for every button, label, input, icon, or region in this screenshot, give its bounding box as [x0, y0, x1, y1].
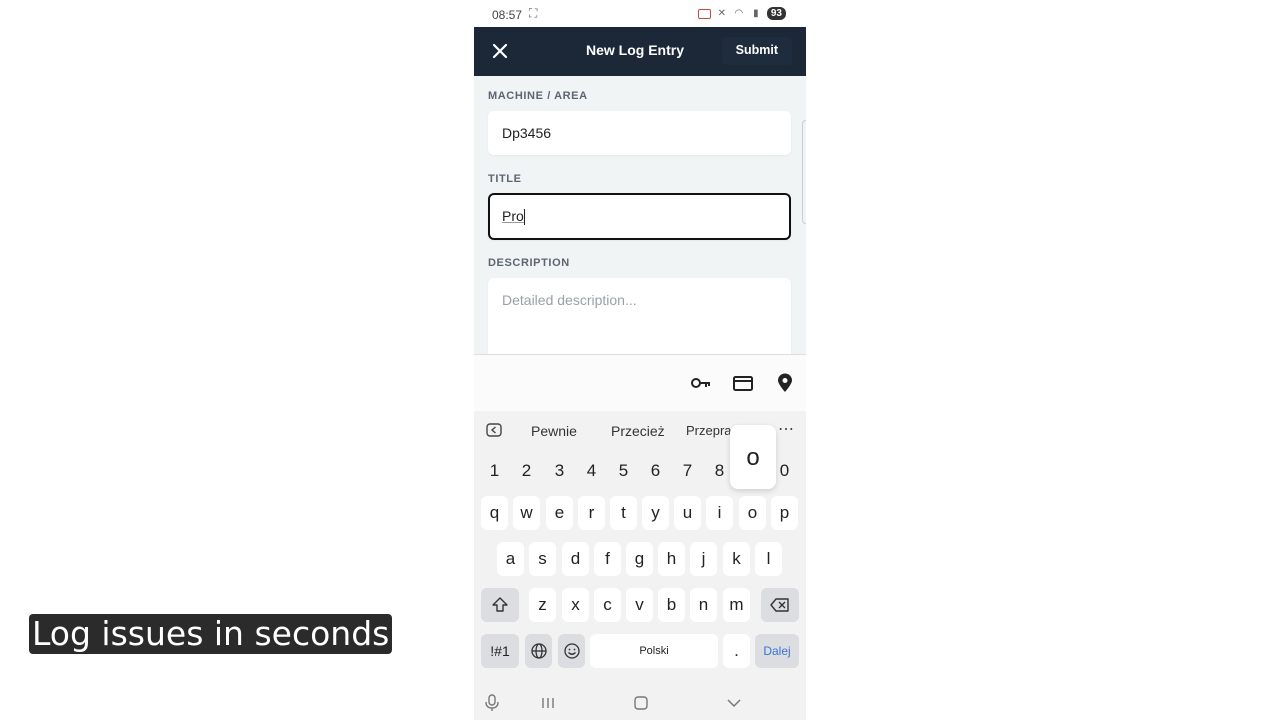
key-x[interactable]: x	[562, 588, 589, 622]
key-y[interactable]: y	[642, 496, 669, 530]
key-k[interactable]: k	[723, 542, 750, 576]
shift-icon	[492, 597, 508, 612]
key-f[interactable]: f	[594, 542, 621, 576]
suggestion-1[interactable]: Pewnie	[531, 423, 577, 439]
key-u[interactable]: u	[674, 496, 701, 530]
key-v[interactable]: v	[626, 588, 653, 622]
status-time: 08:57	[492, 8, 523, 22]
recent-apps-icon[interactable]	[538, 693, 558, 713]
key-4[interactable]: 4	[578, 454, 605, 488]
collapse-toolbar-icon[interactable]	[486, 422, 502, 438]
key-o[interactable]: o	[739, 496, 766, 530]
emoji-icon	[563, 643, 580, 659]
language-key[interactable]	[525, 634, 552, 668]
key-q[interactable]: q	[481, 496, 508, 530]
hide-keyboard-icon[interactable]	[724, 693, 744, 713]
card-icon[interactable]	[732, 373, 754, 393]
location-icon[interactable]	[774, 373, 796, 393]
wifi-icon: ◠	[734, 7, 744, 19]
suggestion-2[interactable]: Przecież	[611, 423, 665, 439]
next-key[interactable]: Dalej	[755, 634, 799, 668]
title-label: TITLE	[488, 173, 522, 185]
signal-icon: ▮	[753, 7, 759, 19]
description-label: DESCRIPTION	[488, 257, 570, 269]
title-field[interactable]: Pro	[488, 193, 791, 240]
globe-icon	[530, 643, 547, 659]
key-b[interactable]: b	[658, 588, 685, 622]
title-value: Pro	[502, 208, 524, 224]
keyboard: Pewnie Przecież Przepra ⋯ 1 2 3 4 5 6 7 …	[474, 354, 806, 720]
key-preview-popup: o	[730, 425, 776, 489]
cast-icon	[697, 8, 711, 19]
suggestion-3[interactable]: Przepra	[686, 423, 732, 438]
period-key[interactable]: .	[723, 634, 750, 668]
phone-screen: 08:57 ⛶ ✕ ◠ ▮ 93 New Log Entry Submit MA…	[474, 0, 806, 720]
key-w[interactable]: w	[513, 496, 540, 530]
emoji-key[interactable]	[558, 634, 585, 668]
status-bar: 08:57 ⛶ ✕ ◠ ▮ 93	[474, 0, 806, 27]
mute-icon: ✕	[717, 7, 727, 19]
autofill-bar	[474, 355, 806, 411]
key-n[interactable]: n	[690, 588, 717, 622]
home-icon[interactable]	[631, 693, 651, 713]
side-handle	[802, 120, 806, 224]
nav-bar	[474, 685, 806, 720]
key-i[interactable]: i	[706, 496, 733, 530]
key-6[interactable]: 6	[642, 454, 669, 488]
machine-field[interactable]: Dp3456	[488, 111, 791, 155]
key-7[interactable]: 7	[674, 454, 701, 488]
symbols-key[interactable]: !#1	[481, 634, 519, 668]
battery-badge: 93	[766, 7, 786, 20]
key-l[interactable]: l	[755, 542, 782, 576]
key-2[interactable]: 2	[513, 454, 540, 488]
screen: 08:57 ⛶ ✕ ◠ ▮ 93 New Log Entry Submit MA…	[0, 0, 1280, 720]
key-c[interactable]: c	[594, 588, 621, 622]
machine-label: MACHINE / AREA	[488, 90, 588, 102]
fullscreen-icon: ⛶	[529, 6, 538, 20]
backspace-key[interactable]	[761, 588, 799, 622]
status-icons: ✕ ◠ ▮ 93	[697, 7, 786, 20]
more-options-icon[interactable]: ⋯	[778, 419, 794, 439]
submit-button[interactable]: Submit	[721, 37, 792, 65]
key-e[interactable]: e	[546, 496, 573, 530]
microphone-icon[interactable]	[482, 693, 502, 713]
key-r[interactable]: r	[578, 496, 605, 530]
space-key[interactable]: Polski	[590, 634, 718, 668]
key-d[interactable]: d	[562, 542, 589, 576]
log-entry-form: MACHINE / AREA Dp3456 TITLE Pro DESCRIPT…	[474, 76, 806, 368]
app-header: New Log Entry Submit	[474, 27, 806, 76]
backspace-icon	[770, 598, 789, 612]
shift-key[interactable]	[481, 588, 519, 622]
key-z[interactable]: z	[529, 588, 556, 622]
key-t[interactable]: t	[610, 496, 637, 530]
key-a[interactable]: a	[497, 542, 524, 576]
key-g[interactable]: g	[626, 542, 653, 576]
text-caret	[523, 209, 525, 226]
video-caption: Log issues in seconds	[29, 614, 393, 654]
key-s[interactable]: s	[529, 542, 556, 576]
key-3[interactable]: 3	[546, 454, 573, 488]
key-1[interactable]: 1	[481, 454, 508, 488]
key-8[interactable]: 8	[706, 454, 733, 488]
key-icon[interactable]	[690, 373, 712, 393]
key-j[interactable]: j	[690, 542, 717, 576]
key-h[interactable]: h	[658, 542, 685, 576]
key-m[interactable]: m	[723, 588, 750, 622]
key-p[interactable]: p	[771, 496, 798, 530]
key-5[interactable]: 5	[610, 454, 637, 488]
